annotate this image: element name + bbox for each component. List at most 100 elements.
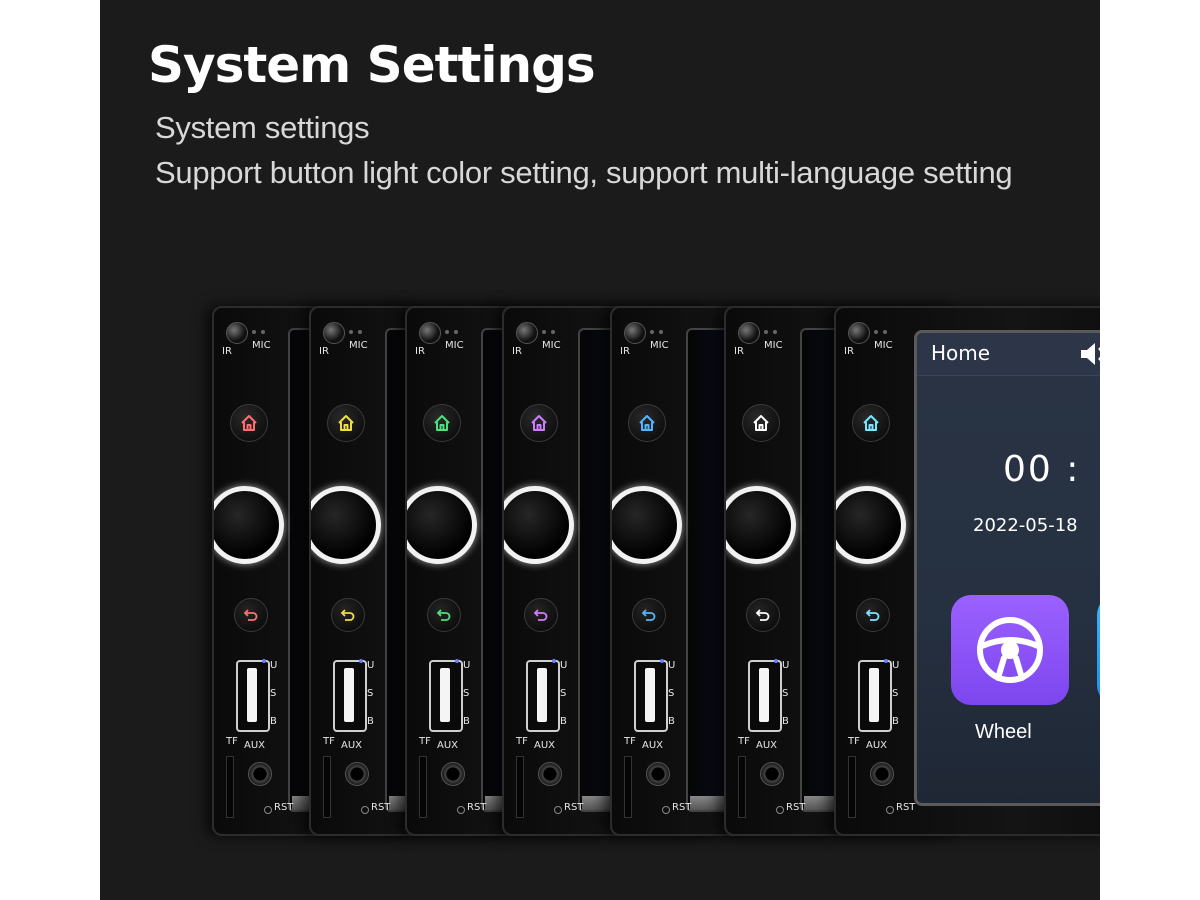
tf-card-slot[interactable] (848, 756, 856, 818)
aux-jack[interactable] (646, 762, 670, 786)
mic-hole-icon (764, 330, 780, 334)
rst-label: RST (274, 802, 294, 813)
aux-label: AUX (866, 740, 888, 751)
back-button[interactable] (746, 598, 780, 632)
usb-label-b: B (463, 716, 470, 727)
tf-card-slot[interactable] (323, 756, 331, 818)
back-button[interactable] (856, 598, 890, 632)
wheel-app-button[interactable] (951, 595, 1069, 705)
ir-sensor-icon (323, 322, 345, 344)
volume-knob[interactable] (612, 486, 682, 564)
home-button[interactable] (520, 404, 558, 442)
home-button[interactable] (628, 404, 666, 442)
usb-label-u: U (782, 660, 790, 671)
back-button[interactable] (427, 598, 461, 632)
back-button[interactable] (632, 598, 666, 632)
volume-knob[interactable] (836, 486, 906, 564)
usb-port[interactable] (634, 659, 668, 732)
volume-knob[interactable] (726, 486, 796, 564)
aux-label: AUX (437, 740, 459, 751)
tf-label: TF (226, 736, 238, 747)
home-button[interactable] (327, 404, 365, 442)
speaker-mute-icon[interactable] (1079, 341, 1100, 371)
volume-knob[interactable] (311, 486, 381, 564)
ir-sensor-icon (516, 322, 538, 344)
reset-button[interactable] (457, 806, 465, 814)
volume-knob[interactable] (407, 486, 477, 564)
usb-label-b: B (270, 716, 277, 727)
tf-card-slot[interactable] (738, 756, 746, 818)
ir-sensor-icon (738, 322, 760, 344)
next-app-button[interactable] (1097, 595, 1100, 705)
home-icon (241, 415, 257, 431)
subtitle: System settings (155, 110, 370, 145)
reset-button[interactable] (886, 806, 894, 814)
usb-port[interactable] (748, 659, 782, 732)
aux-jack[interactable] (538, 762, 562, 786)
usb-port[interactable] (236, 659, 270, 732)
usb-label-b: B (367, 716, 374, 727)
usb-label-u: U (560, 660, 568, 671)
reset-button[interactable] (264, 806, 272, 814)
home-icon (434, 415, 450, 431)
rst-label: RST (564, 802, 584, 813)
usb-label-b: B (668, 716, 675, 727)
mic-label: MIC (542, 340, 561, 351)
reset-button[interactable] (662, 806, 670, 814)
back-arrow-icon (865, 609, 880, 621)
volume-knob[interactable] (214, 486, 284, 564)
reset-button[interactable] (361, 806, 369, 814)
back-button[interactable] (331, 598, 365, 632)
usb-label-u: U (270, 660, 278, 671)
reset-button[interactable] (554, 806, 562, 814)
rst-label: RST (371, 802, 391, 813)
volume-knob[interactable] (504, 486, 574, 564)
aux-jack[interactable] (870, 762, 894, 786)
aux-label: AUX (341, 740, 363, 751)
home-button[interactable] (423, 404, 461, 442)
usb-label-b: B (560, 716, 567, 727)
page-title: System Settings (148, 36, 596, 94)
usb-port[interactable] (858, 659, 892, 732)
mic-label: MIC (252, 340, 271, 351)
home-button[interactable] (742, 404, 780, 442)
usb-port[interactable] (429, 659, 463, 732)
home-button[interactable] (852, 404, 890, 442)
tf-card-slot[interactable] (624, 756, 632, 818)
aux-jack[interactable] (760, 762, 784, 786)
aux-jack[interactable] (441, 762, 465, 786)
mic-label: MIC (349, 340, 368, 351)
product-banner: System Settings System settings Support … (100, 0, 1100, 900)
aux-jack[interactable] (248, 762, 272, 786)
aux-label: AUX (244, 740, 266, 751)
mic-label: MIC (650, 340, 669, 351)
mic-hole-icon (349, 330, 365, 334)
tf-card-slot[interactable] (226, 756, 234, 818)
rst-label: RST (467, 802, 487, 813)
usb-label-u: U (892, 660, 900, 671)
ir-label: IR (512, 346, 522, 357)
ir-label: IR (620, 346, 630, 357)
usb-label-u: U (463, 660, 471, 671)
usb-port[interactable] (333, 659, 367, 732)
back-button[interactable] (524, 598, 558, 632)
tf-card-slot[interactable] (419, 756, 427, 818)
tf-label: TF (738, 736, 750, 747)
home-button[interactable] (230, 404, 268, 442)
reset-button[interactable] (776, 806, 784, 814)
ir-label: IR (222, 346, 232, 357)
home-icon (531, 415, 547, 431)
aux-jack[interactable] (345, 762, 369, 786)
app-label: Wheel (975, 721, 1032, 743)
usb-label-b: B (892, 716, 899, 727)
back-arrow-icon (755, 609, 770, 621)
back-button[interactable] (234, 598, 268, 632)
usb-port[interactable] (526, 659, 560, 732)
tf-label: TF (323, 736, 335, 747)
clock-display: 00 : (1003, 449, 1081, 490)
home-icon (753, 415, 769, 431)
tf-card-slot[interactable] (516, 756, 524, 818)
ir-label: IR (844, 346, 854, 357)
mic-label: MIC (874, 340, 893, 351)
ir-label: IR (734, 346, 744, 357)
